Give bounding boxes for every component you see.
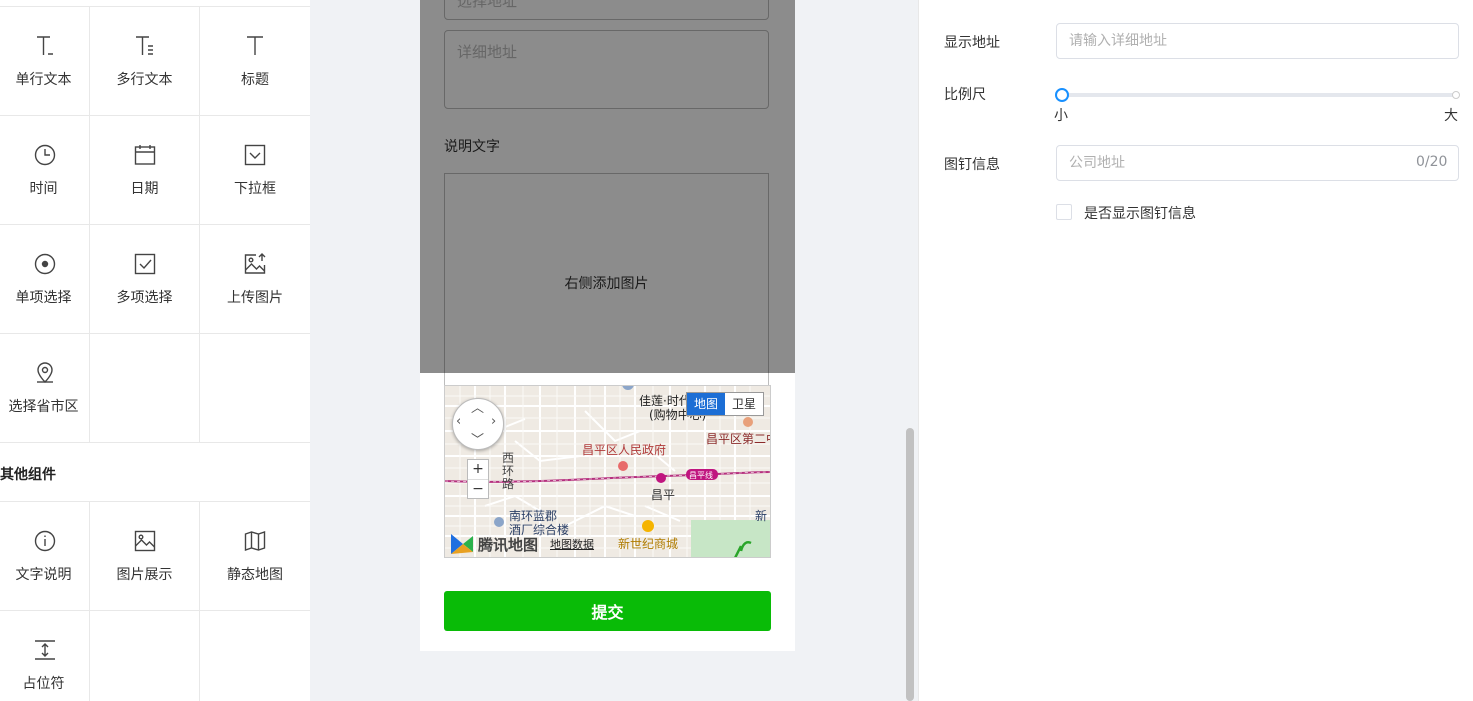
calendar-icon [132,142,158,168]
zoom-in-button[interactable]: + [468,460,488,480]
component-radio[interactable]: 单项选择 [0,225,90,334]
zoom-out-button[interactable]: − [468,480,488,499]
pin-info-label: 图钉信息 [944,157,1000,173]
component-multi-line-text[interactable]: 多行文本 [90,7,200,116]
map-brand-text: 腾讯地图 [478,535,539,554]
scale-slider-track[interactable] [1062,93,1456,97]
clock-icon [32,142,58,168]
map-pan-control[interactable]: ︿ ‹ › ﹀ [452,398,504,450]
component-label: 多行文本 [116,72,173,88]
tencent-map-logo-icon [451,534,473,554]
map-brand: 腾讯地图 地图数据 [449,532,594,556]
component-palette: 单行文本 多行文本 标题 时间 日期 下拉框 单项选择 多项选择 上传图片 选择… [0,0,310,701]
component-placeholder[interactable]: 占位符 [0,611,90,701]
component-label: 上传图片 [227,290,283,306]
component-text-description[interactable]: 文字说明 [0,502,90,611]
title-icon [242,33,268,59]
location-pin-icon [32,360,58,386]
component-label: 多项选择 [116,290,173,306]
component-image-display[interactable]: 图片展示 [90,502,200,611]
scale-min-label: 小 [1054,108,1068,124]
map-type-map[interactable]: 地图 [686,393,725,415]
placeholder-icon [32,637,58,663]
text-single-icon [32,33,58,59]
map-label: 昌平 [651,488,676,502]
form-canvas: 选择地址 详细地址 说明文字 右侧添加图片 佳莲·时代 (购物中心) 昌平区第二… [310,0,914,701]
pin-info-input[interactable] [1056,145,1459,181]
property-panel: 显示地址 比例尺 小 大 图钉信息 0/20 是否显示图钉信息 [918,0,1473,701]
component-time[interactable]: 时间 [0,116,90,225]
map-icon [242,528,268,554]
text-multi-icon [132,33,158,59]
show-pin-checkbox[interactable] [1056,204,1072,220]
component-upload-image[interactable]: 上传图片 [200,225,310,334]
canvas-scrollbar[interactable] [906,428,914,701]
image-icon [132,528,158,554]
other-components-heading: 其他组件 [0,466,56,483]
pin-info-counter: 0/20 [1416,154,1448,170]
show-pin-label[interactable]: 是否显示图钉信息 [1084,203,1196,223]
scale-slider-end-dot [1452,91,1460,99]
upload-image-icon [242,251,268,277]
map-type-toggle: 地图 卫星 [685,392,764,416]
component-label: 文字说明 [15,567,72,583]
radio-icon [32,251,58,277]
component-label: 标题 [241,72,269,88]
chevron-left-icon[interactable]: ‹ [456,414,461,429]
empty-cell [200,334,310,443]
static-map[interactable]: 佳莲·时代 (购物中心) 昌平区第二中 昌平区人民政府 西 环 路 昌平 昌平线… [444,385,771,558]
selection-overlay [420,0,795,373]
form-preview: 选择地址 详细地址 说明文字 右侧添加图片 佳莲·时代 (购物中心) 昌平区第二… [420,0,795,651]
checkbox-icon [132,251,158,277]
scale-label: 比例尺 [944,87,986,103]
map-label: 昌平区人民政府 [582,443,667,457]
component-label: 时间 [29,181,58,197]
display-address-input[interactable] [1056,23,1459,59]
component-single-line-text[interactable]: 单行文本 [0,7,90,116]
empty-cell [90,611,200,701]
chevron-down-icon[interactable]: ﹀ [471,429,484,448]
scale-max-label: 大 [1444,108,1458,124]
submit-button[interactable]: 提交 [444,591,771,631]
chevron-right-icon[interactable]: › [491,414,496,429]
map-label: 昌平区第二中 [706,432,771,446]
scale-slider-handle[interactable] [1055,88,1069,102]
empty-cell [90,334,200,443]
other-components-grid: 文字说明 图片展示 静态地图 占位符 [0,501,310,701]
basic-components-grid: 单行文本 多行文本 标题 时间 日期 下拉框 单项选择 多项选择 上传图片 选择… [0,6,310,443]
map-type-satellite[interactable]: 卫星 [725,393,763,415]
component-label: 单项选择 [15,290,72,306]
empty-cell [200,611,310,701]
display-address-label: 显示地址 [944,35,1000,51]
map-data-link[interactable]: 地图数据 [550,536,594,552]
map-label: 新 [755,509,768,523]
map-label: 昌平线 [689,471,713,480]
component-label: 日期 [130,181,159,197]
component-static-map[interactable]: 静态地图 [200,502,310,611]
component-region-select[interactable]: 选择省市区 [0,334,90,443]
component-label: 静态地图 [227,567,283,583]
map-label: 新世纪商城 [618,537,679,551]
component-label: 下拉框 [234,181,276,197]
chevron-up-icon[interactable]: ︿ [471,397,484,416]
component-label: 单行文本 [15,72,72,88]
component-label: 图片展示 [116,567,173,583]
component-date[interactable]: 日期 [90,116,200,225]
component-checkbox[interactable]: 多项选择 [90,225,200,334]
component-dropdown[interactable]: 下拉框 [200,116,310,225]
component-label: 选择省市区 [8,399,79,415]
component-label: 占位符 [22,676,65,692]
info-icon [32,528,58,554]
component-title[interactable]: 标题 [200,7,310,116]
map-label: 路 [502,477,515,491]
dropdown-icon [242,142,268,168]
map-zoom-control: + − [467,459,489,499]
